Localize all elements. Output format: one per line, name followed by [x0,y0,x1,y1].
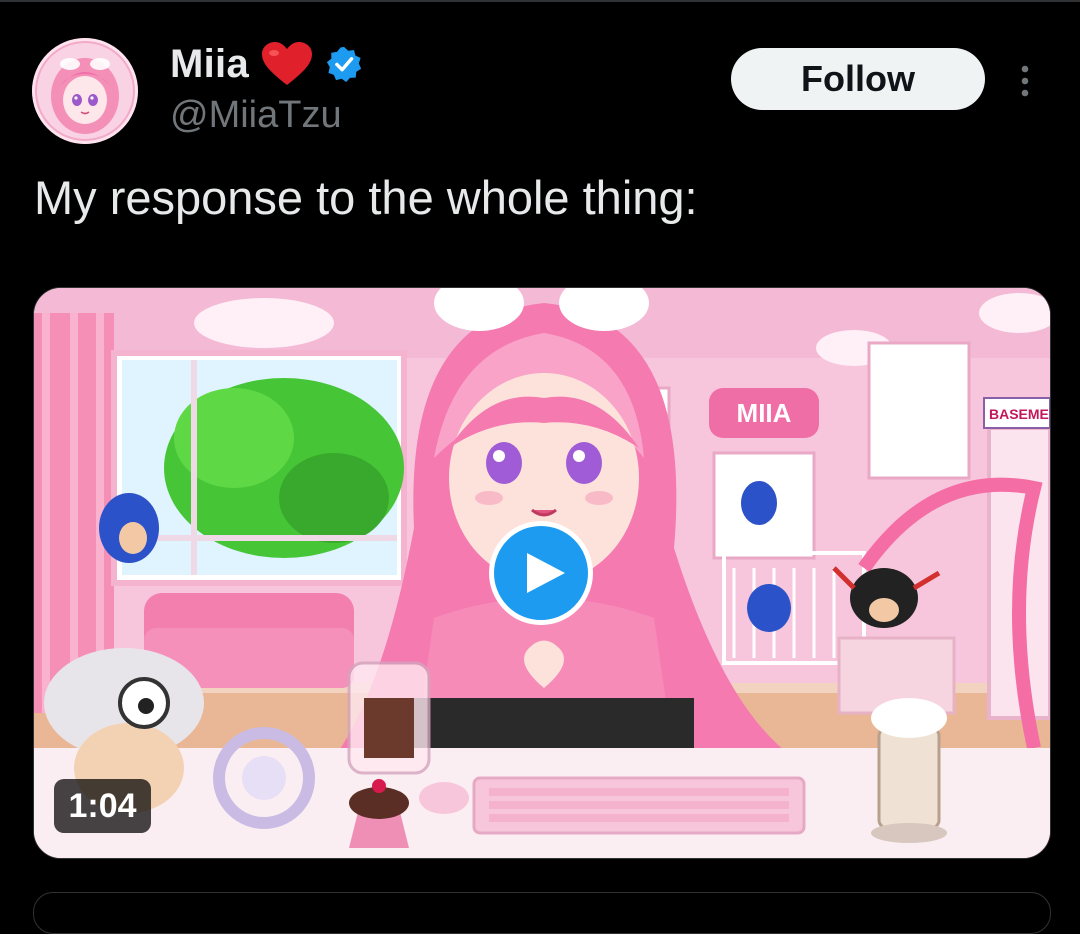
verified-badge-icon[interactable] [325,45,363,83]
more-options-icon[interactable] [1013,64,1037,98]
display-name[interactable]: Miia [170,42,249,87]
user-handle[interactable]: @MiiaTzu [170,94,342,137]
avatar[interactable] [32,38,138,144]
play-icon [527,553,565,593]
user-name-row: Miia [170,40,363,88]
follow-button[interactable]: Follow [731,48,985,110]
top-divider [0,0,1080,2]
avatar-image [32,38,138,144]
miia-sign-text: MIIA [737,398,792,428]
tweet-text: My response to the whole thing: [34,171,698,224]
next-tweet-card-edge [33,892,1051,934]
play-button[interactable] [489,521,593,625]
heart-icon [262,42,312,85]
video-player[interactable]: MIIA BASEMENT [33,287,1051,859]
basement-sign-text: BASEMENT [989,406,1050,422]
video-duration-badge: 1:04 [54,779,151,833]
